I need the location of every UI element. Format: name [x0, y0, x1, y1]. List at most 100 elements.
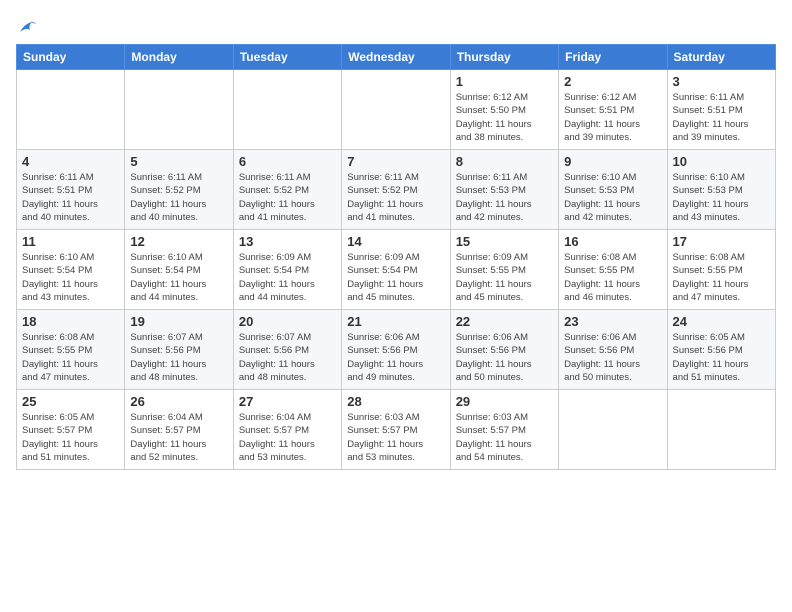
day-info: Sunrise: 6:04 AMSunset: 5:57 PMDaylight:… — [130, 411, 227, 464]
calendar-day-1: 1 Sunrise: 6:12 AMSunset: 5:50 PMDaylight… — [450, 70, 558, 150]
calendar-day-11: 11 Sunrise: 6:10 AMSunset: 5:54 PMDayligh… — [17, 230, 125, 310]
day-number: 11 — [22, 234, 119, 249]
day-info: Sunrise: 6:06 AMSunset: 5:56 PMDaylight:… — [564, 331, 661, 384]
day-info: Sunrise: 6:11 AMSunset: 5:52 PMDaylight:… — [130, 171, 227, 224]
day-info: Sunrise: 6:11 AMSunset: 5:51 PMDaylight:… — [22, 171, 119, 224]
day-info: Sunrise: 6:04 AMSunset: 5:57 PMDaylight:… — [239, 411, 336, 464]
day-number: 19 — [130, 314, 227, 329]
calendar-day-27: 27 Sunrise: 6:04 AMSunset: 5:57 PMDayligh… — [233, 390, 341, 470]
calendar-week-row: 25 Sunrise: 6:05 AMSunset: 5:57 PMDayligh… — [17, 390, 776, 470]
calendar-day-26: 26 Sunrise: 6:04 AMSunset: 5:57 PMDayligh… — [125, 390, 233, 470]
calendar-header-tuesday: Tuesday — [233, 45, 341, 70]
day-number: 23 — [564, 314, 661, 329]
day-info: Sunrise: 6:08 AMSunset: 5:55 PMDaylight:… — [673, 251, 770, 304]
calendar-day-9: 9 Sunrise: 6:10 AMSunset: 5:53 PMDaylight… — [559, 150, 667, 230]
day-info: Sunrise: 6:12 AMSunset: 5:50 PMDaylight:… — [456, 91, 553, 144]
day-info: Sunrise: 6:11 AMSunset: 5:53 PMDaylight:… — [456, 171, 553, 224]
calendar-day-7: 7 Sunrise: 6:11 AMSunset: 5:52 PMDaylight… — [342, 150, 450, 230]
day-number: 9 — [564, 154, 661, 169]
day-number: 10 — [673, 154, 770, 169]
day-number: 16 — [564, 234, 661, 249]
calendar-day-18: 18 Sunrise: 6:08 AMSunset: 5:55 PMDayligh… — [17, 310, 125, 390]
calendar-empty-cell — [233, 70, 341, 150]
calendar-week-row: 18 Sunrise: 6:08 AMSunset: 5:55 PMDayligh… — [17, 310, 776, 390]
calendar-day-13: 13 Sunrise: 6:09 AMSunset: 5:54 PMDayligh… — [233, 230, 341, 310]
calendar-day-19: 19 Sunrise: 6:07 AMSunset: 5:56 PMDayligh… — [125, 310, 233, 390]
day-info: Sunrise: 6:11 AMSunset: 5:52 PMDaylight:… — [347, 171, 444, 224]
day-info: Sunrise: 6:09 AMSunset: 5:54 PMDaylight:… — [347, 251, 444, 304]
day-number: 14 — [347, 234, 444, 249]
day-info: Sunrise: 6:03 AMSunset: 5:57 PMDaylight:… — [456, 411, 553, 464]
day-number: 7 — [347, 154, 444, 169]
calendar-day-3: 3 Sunrise: 6:11 AMSunset: 5:51 PMDaylight… — [667, 70, 775, 150]
calendar-day-14: 14 Sunrise: 6:09 AMSunset: 5:54 PMDayligh… — [342, 230, 450, 310]
day-info: Sunrise: 6:12 AMSunset: 5:51 PMDaylight:… — [564, 91, 661, 144]
day-info: Sunrise: 6:07 AMSunset: 5:56 PMDaylight:… — [239, 331, 336, 384]
calendar-empty-cell — [125, 70, 233, 150]
calendar-day-20: 20 Sunrise: 6:07 AMSunset: 5:56 PMDayligh… — [233, 310, 341, 390]
day-info: Sunrise: 6:11 AMSunset: 5:51 PMDaylight:… — [673, 91, 770, 144]
page-header — [16, 16, 776, 36]
day-info: Sunrise: 6:08 AMSunset: 5:55 PMDaylight:… — [564, 251, 661, 304]
day-info: Sunrise: 6:05 AMSunset: 5:56 PMDaylight:… — [673, 331, 770, 384]
calendar-day-8: 8 Sunrise: 6:11 AMSunset: 5:53 PMDaylight… — [450, 150, 558, 230]
calendar-day-10: 10Sunrise: 6:10 AMSunset: 5:53 PMDayligh… — [667, 150, 775, 230]
day-info: Sunrise: 6:11 AMSunset: 5:52 PMDaylight:… — [239, 171, 336, 224]
calendar-week-row: 11 Sunrise: 6:10 AMSunset: 5:54 PMDayligh… — [17, 230, 776, 310]
day-info: Sunrise: 6:09 AMSunset: 5:55 PMDaylight:… — [456, 251, 553, 304]
calendar-day-12: 12Sunrise: 6:10 AMSunset: 5:54 PMDayligh… — [125, 230, 233, 310]
day-number: 4 — [22, 154, 119, 169]
calendar-day-5: 5 Sunrise: 6:11 AMSunset: 5:52 PMDaylight… — [125, 150, 233, 230]
day-info: Sunrise: 6:06 AMSunset: 5:56 PMDaylight:… — [347, 331, 444, 384]
day-info: Sunrise: 6:08 AMSunset: 5:55 PMDaylight:… — [22, 331, 119, 384]
calendar-week-row: 4 Sunrise: 6:11 AMSunset: 5:51 PMDaylight… — [17, 150, 776, 230]
calendar-day-29: 29Sunrise: 6:03 AMSunset: 5:57 PMDayligh… — [450, 390, 558, 470]
calendar-header-sunday: Sunday — [17, 45, 125, 70]
day-info: Sunrise: 6:06 AMSunset: 5:56 PMDaylight:… — [456, 331, 553, 384]
calendar-day-25: 25 Sunrise: 6:05 AMSunset: 5:57 PMDayligh… — [17, 390, 125, 470]
calendar-empty-cell — [667, 390, 775, 470]
day-number: 26 — [130, 394, 227, 409]
calendar-empty-cell — [17, 70, 125, 150]
day-number: 15 — [456, 234, 553, 249]
calendar-day-24: 24Sunrise: 6:05 AMSunset: 5:56 PMDayligh… — [667, 310, 775, 390]
day-number: 2 — [564, 74, 661, 89]
calendar-header-wednesday: Wednesday — [342, 45, 450, 70]
calendar-day-16: 16 Sunrise: 6:08 AMSunset: 5:55 PMDayligh… — [559, 230, 667, 310]
day-number: 1 — [456, 74, 553, 89]
calendar-day-6: 6Sunrise: 6:11 AMSunset: 5:52 PMDaylight… — [233, 150, 341, 230]
calendar-day-17: 17Sunrise: 6:08 AMSunset: 5:55 PMDayligh… — [667, 230, 775, 310]
calendar-day-23: 23 Sunrise: 6:06 AMSunset: 5:56 PMDayligh… — [559, 310, 667, 390]
day-number: 21 — [347, 314, 444, 329]
calendar-empty-cell — [342, 70, 450, 150]
calendar-header-saturday: Saturday — [667, 45, 775, 70]
day-number: 25 — [22, 394, 119, 409]
calendar-day-15: 15 Sunrise: 6:09 AMSunset: 5:55 PMDayligh… — [450, 230, 558, 310]
calendar-day-2: 2 Sunrise: 6:12 AMSunset: 5:51 PMDaylight… — [559, 70, 667, 150]
day-number: 3 — [673, 74, 770, 89]
day-info: Sunrise: 6:10 AMSunset: 5:54 PMDaylight:… — [22, 251, 119, 304]
calendar-day-28: 28Sunrise: 6:03 AMSunset: 5:57 PMDayligh… — [342, 390, 450, 470]
calendar-week-row: 1 Sunrise: 6:12 AMSunset: 5:50 PMDaylight… — [17, 70, 776, 150]
calendar-header-monday: Monday — [125, 45, 233, 70]
calendar-header-thursday: Thursday — [450, 45, 558, 70]
day-number: 13 — [239, 234, 336, 249]
day-number: 20 — [239, 314, 336, 329]
day-info: Sunrise: 6:09 AMSunset: 5:54 PMDaylight:… — [239, 251, 336, 304]
day-info: Sunrise: 6:10 AMSunset: 5:53 PMDaylight:… — [564, 171, 661, 224]
logo — [16, 20, 36, 36]
calendar-empty-cell — [559, 390, 667, 470]
day-info: Sunrise: 6:07 AMSunset: 5:56 PMDaylight:… — [130, 331, 227, 384]
day-number: 8 — [456, 154, 553, 169]
calendar-day-4: 4 Sunrise: 6:11 AMSunset: 5:51 PMDaylight… — [17, 150, 125, 230]
day-number: 22 — [456, 314, 553, 329]
day-info: Sunrise: 6:05 AMSunset: 5:57 PMDaylight:… — [22, 411, 119, 464]
day-number: 18 — [22, 314, 119, 329]
calendar-day-22: 22 Sunrise: 6:06 AMSunset: 5:56 PMDayligh… — [450, 310, 558, 390]
day-number: 27 — [239, 394, 336, 409]
day-info: Sunrise: 6:10 AMSunset: 5:54 PMDaylight:… — [130, 251, 227, 304]
calendar-table: SundayMondayTuesdayWednesdayThursdayFrid… — [16, 44, 776, 470]
logo-bird-icon — [18, 20, 36, 36]
calendar-header-friday: Friday — [559, 45, 667, 70]
day-number: 5 — [130, 154, 227, 169]
